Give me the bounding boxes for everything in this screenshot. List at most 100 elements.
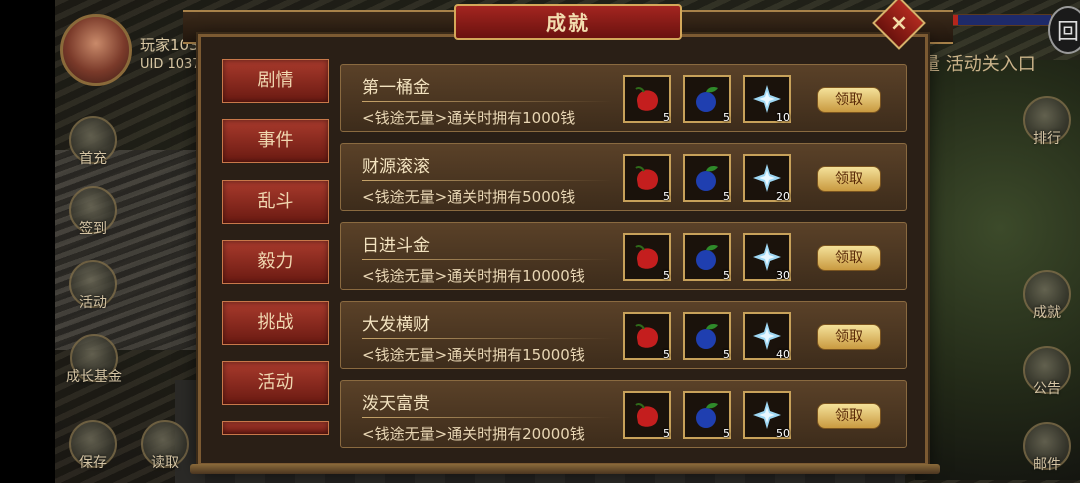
reward-slot[interactable]: 5 [623,391,671,440]
achievement-desc: <钱途无量>通关时拥有10000钱 [362,267,585,285]
red-fruit-icon [635,166,659,190]
achievement-desc: <钱途无量>通关时拥有15000钱 [362,346,585,364]
menu-corner-button[interactable]: 回 [1048,6,1080,54]
panel-title: 成就 [454,4,682,40]
reward-slot[interactable]: 5 [623,75,671,124]
red-fruit-icon [635,87,659,111]
reward-count: 40 [776,348,790,361]
row-divider [362,180,612,181]
red-fruit-icon [635,245,659,269]
reward-slot[interactable]: 5 [623,233,671,282]
reward-count: 50 [776,427,790,440]
achievement-row: 大发横财 <钱途无量>通关时拥有15000钱 5 5 40 领取 [340,301,907,369]
close-icon: × [889,10,909,36]
achievement-desc: <钱途无量>通关时拥有20000钱 [362,425,585,443]
reward-count: 5 [663,269,670,282]
reward-count: 10 [776,111,790,124]
reward-count: 5 [663,190,670,203]
reward-count: 30 [776,269,790,282]
reward-slot[interactable]: 10 [743,75,791,124]
row-divider [362,101,612,102]
reward-slot[interactable]: 40 [743,312,791,361]
sign-in-button[interactable]: 签到 [66,186,120,238]
player-uid: UID 1037 [140,57,201,72]
side-label: 成长基金 [66,369,122,385]
reward-count: 5 [723,269,730,282]
ranking-button[interactable]: 排行 [1020,96,1074,148]
reward-count: 5 [723,190,730,203]
side-label: 活动 [79,295,107,311]
reward-slot[interactable]: 5 [623,154,671,203]
claim-button[interactable]: 领取 [817,166,881,192]
achievement-title: 大发横财 [362,315,430,335]
reward-count: 5 [723,111,730,124]
reward-count: 5 [663,111,670,124]
blue-berry-icon [696,324,718,349]
achievement-title: 财源滚滚 [362,157,430,177]
side-label: 首充 [79,151,107,167]
first-recharge-button[interactable]: 首充 [66,116,120,168]
achievement-row: 日进斗金 <钱途无量>通关时拥有10000钱 5 5 30 领取 [340,222,907,290]
save-button[interactable]: 保存 [66,420,120,472]
claim-button[interactable]: 领取 [817,403,881,429]
reward-slot[interactable]: 5 [683,75,731,124]
reward-count: 5 [723,348,730,361]
tab-brawl[interactable]: 乱斗 [222,180,329,224]
claim-button[interactable]: 领取 [817,87,881,113]
mail-button[interactable]: 邮件 [1020,422,1074,474]
side-label: 成就 [1033,305,1061,321]
reward-slot[interactable]: 5 [683,391,731,440]
tab-perseverance[interactable]: 毅力 [222,240,329,284]
row-divider [362,338,612,339]
side-label: 公告 [1033,381,1061,397]
tab-challenge[interactable]: 挑战 [222,301,329,345]
side-label: 邮件 [1033,457,1061,473]
blue-berry-icon [696,87,718,112]
panel-bottom-border [190,464,940,474]
side-label: 读取 [151,455,179,471]
blue-berry-icon [696,403,718,428]
reward-slot[interactable]: 5 [623,312,671,361]
tab-event[interactable]: 事件 [222,119,329,163]
row-divider [362,417,612,418]
reward-slot[interactable]: 5 [683,154,731,203]
achievement-desc: <钱途无量>通关时拥有5000钱 [362,188,576,206]
side-label: 排行 [1033,131,1061,147]
achievement-button[interactable]: 成就 [1020,270,1074,322]
row-divider [362,259,612,260]
player-avatar[interactable] [60,14,132,86]
claim-button[interactable]: 领取 [817,324,881,350]
achievement-desc: <钱途无量>通关时拥有1000钱 [362,109,576,127]
load-button[interactable]: 读取 [138,420,192,472]
side-label: 保存 [79,455,107,471]
achievement-title: 泼天富贵 [362,394,430,414]
tab-activity[interactable]: 活动 [222,361,329,405]
claim-button[interactable]: 领取 [817,245,881,271]
tab-story[interactable]: 剧情 [222,59,329,103]
notice-button[interactable]: 公告 [1020,346,1074,398]
reward-slot[interactable]: 50 [743,391,791,440]
side-label: 签到 [79,221,107,237]
achievement-title: 日进斗金 [362,236,430,256]
reward-count: 5 [663,348,670,361]
achievement-row: 财源滚滚 <钱途无量>通关时拥有5000钱 5 5 20 领取 [340,143,907,211]
red-fruit-icon [635,403,659,427]
activity-button[interactable]: 活动 [66,260,120,312]
corner-icon: 回 [1056,20,1079,45]
reward-count: 5 [663,427,670,440]
growth-fund-button[interactable]: 成长基金 [62,334,126,386]
reward-count: 20 [776,190,790,203]
reward-slot[interactable]: 20 [743,154,791,203]
reward-slot[interactable]: 5 [683,233,731,282]
reward-slot[interactable]: 5 [683,312,731,361]
achievement-row: 第一桶金 <钱途无量>通关时拥有1000钱 5 5 10 领取 [340,64,907,132]
red-fruit-icon [635,324,659,348]
tab-partial[interactable] [222,421,329,435]
blue-berry-icon [696,166,718,191]
reward-count: 5 [723,427,730,440]
achievement-title: 第一桶金 [362,78,430,98]
achievement-row: 泼天富贵 <钱途无量>通关时拥有20000钱 5 5 50 领取 [340,380,907,448]
reward-slot[interactable]: 30 [743,233,791,282]
blue-berry-icon [696,245,718,270]
event-entry-link[interactable]: 量 活动关入口 [922,50,1036,76]
